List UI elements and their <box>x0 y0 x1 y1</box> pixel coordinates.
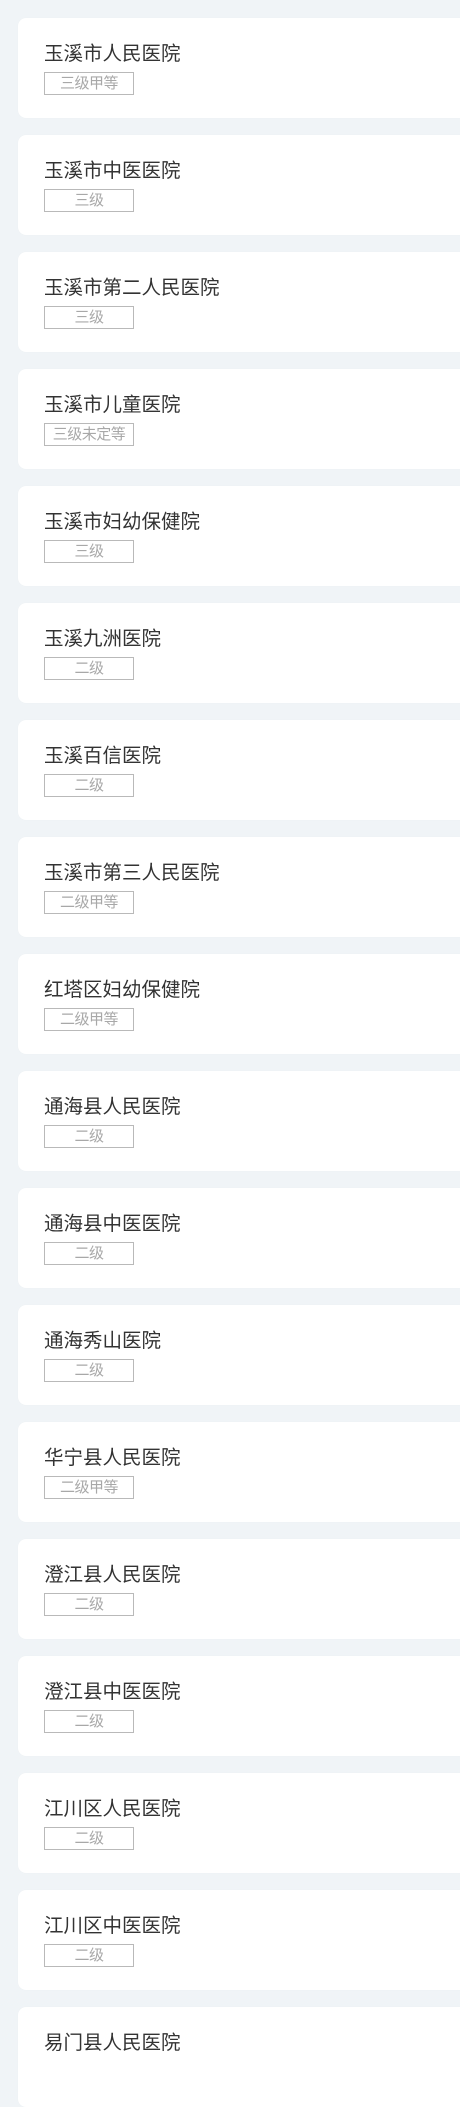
hospital-card[interactable]: 华宁县人民医院 二级甲等 <box>18 1422 460 1522</box>
hospital-card[interactable]: 澄江县中医医院 二级 <box>18 1656 460 1756</box>
hospital-card[interactable]: 玉溪市第二人民医院 三级 <box>18 252 460 352</box>
hospital-name: 澄江县中医医院 <box>44 1680 181 1703</box>
hospital-card[interactable]: 通海县中医医院 二级 <box>18 1188 460 1288</box>
hospital-name: 江川区人民医院 <box>44 1797 181 1820</box>
hospital-card[interactable]: 玉溪市人民医院 三级甲等 <box>18 18 460 118</box>
hospital-card[interactable]: 玉溪市第三人民医院 二级甲等 <box>18 837 460 937</box>
hospital-level-badge: 二级 <box>44 1710 134 1733</box>
hospital-name: 红塔区妇幼保健院 <box>44 978 201 1001</box>
hospital-level-badge: 二级 <box>44 1944 134 1967</box>
hospital-level-badge: 二级 <box>44 774 134 797</box>
hospital-card[interactable]: 玉溪市妇幼保健院 三级 <box>18 486 460 586</box>
hospital-level-badge: 三级 <box>44 306 134 329</box>
hospital-name: 玉溪市人民医院 <box>44 42 181 65</box>
hospital-level-badge: 二级 <box>44 657 134 680</box>
hospital-name: 玉溪市第二人民医院 <box>44 276 220 299</box>
hospital-name: 玉溪百信医院 <box>44 744 162 767</box>
hospital-name: 通海县中医医院 <box>44 1212 181 1235</box>
hospital-card[interactable]: 通海秀山医院 二级 <box>18 1305 460 1405</box>
hospital-name: 通海秀山医院 <box>44 1329 162 1352</box>
hospital-level-badge: 二级甲等 <box>44 891 134 914</box>
hospital-name: 玉溪市儿童医院 <box>44 393 181 416</box>
hospital-card[interactable]: 玉溪九洲医院 二级 <box>18 603 460 703</box>
hospital-name: 玉溪市中医医院 <box>44 159 181 182</box>
hospital-level-badge: 二级甲等 <box>44 1476 134 1499</box>
hospital-card[interactable]: 玉溪百信医院 二级 <box>18 720 460 820</box>
hospital-name: 通海县人民医院 <box>44 1095 181 1118</box>
hospital-level-badge: 二级 <box>44 1827 134 1850</box>
hospital-card[interactable]: 玉溪市中医医院 三级 <box>18 135 460 235</box>
hospital-card[interactable]: 红塔区妇幼保健院 二级甲等 <box>18 954 460 1054</box>
hospital-name: 玉溪九洲医院 <box>44 627 162 650</box>
hospital-level-badge: 二级 <box>44 1125 134 1148</box>
hospital-level-badge: 三级 <box>44 189 134 212</box>
hospital-name: 易门县人民医院 <box>44 2031 181 2054</box>
hospital-level-badge: 三级未定等 <box>44 423 134 446</box>
hospital-card[interactable]: 澄江县人民医院 二级 <box>18 1539 460 1639</box>
hospital-level-badge: 三级 <box>44 540 134 563</box>
hospital-card[interactable]: 通海县人民医院 二级 <box>18 1071 460 1171</box>
hospital-level-badge: 三级甲等 <box>44 72 134 95</box>
hospital-name: 澄江县人民医院 <box>44 1563 181 1586</box>
hospital-card[interactable]: 江川区中医医院 二级 <box>18 1890 460 1990</box>
hospital-name: 江川区中医医院 <box>44 1914 181 1937</box>
hospital-level-badge: 二级 <box>44 1242 134 1265</box>
hospital-level-badge: 二级 <box>44 1359 134 1382</box>
hospital-list: 玉溪市人民医院 三级甲等 玉溪市中医医院 三级 玉溪市第二人民医院 三级 玉溪市… <box>0 0 460 2107</box>
hospital-level-badge: 二级 <box>44 1593 134 1616</box>
hospital-name: 华宁县人民医院 <box>44 1446 181 1469</box>
hospital-name: 玉溪市第三人民医院 <box>44 861 220 884</box>
hospital-card[interactable]: 玉溪市儿童医院 三级未定等 <box>18 369 460 469</box>
hospital-card[interactable]: 江川区人民医院 二级 <box>18 1773 460 1873</box>
hospital-card[interactable]: 易门县人民医院 <box>18 2007 460 2107</box>
hospital-level-badge: 二级甲等 <box>44 1008 134 1031</box>
hospital-name: 玉溪市妇幼保健院 <box>44 510 201 533</box>
